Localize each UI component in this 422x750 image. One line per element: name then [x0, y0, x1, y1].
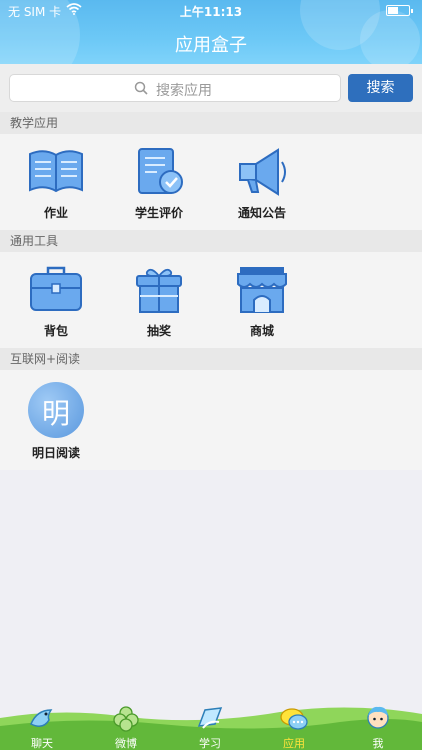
section-teaching-apps: 作业 学生评价 通知公告	[0, 134, 422, 230]
tab-bar: 聊天 微博 学习 应用 我	[0, 700, 422, 750]
search-button[interactable]: 搜索	[348, 74, 413, 102]
app-lottery[interactable]: 抽奖	[119, 264, 199, 339]
app-label: 商城	[249, 324, 274, 338]
app-icon-glyph: 明	[41, 397, 70, 430]
section-reading-apps: 明 明日阅读	[0, 370, 422, 470]
search-input[interactable]: 搜索应用	[9, 74, 341, 102]
tab-label: 微博	[115, 737, 137, 750]
page-title: 应用盒子	[175, 35, 247, 56]
app-homework[interactable]: 作业	[16, 146, 96, 221]
app-bag[interactable]: 背包	[16, 264, 96, 339]
app-label: 学生评价	[134, 206, 183, 220]
evaluation-icon	[138, 148, 183, 194]
section-header-teaching: 教学应用	[0, 112, 422, 134]
section-tools-apps: 背包 抽奖 商城	[0, 252, 422, 348]
book-icon	[29, 150, 83, 193]
tab-label: 我	[372, 737, 384, 750]
study-icon	[197, 707, 223, 729]
app-label: 通知公告	[237, 206, 286, 220]
gift-icon	[136, 268, 182, 313]
tab-label: 学习	[199, 737, 221, 750]
status-bar: 无 SIM 卡 上午11:13	[0, 0, 422, 22]
search-icon	[134, 81, 148, 95]
section-header-reading: 互联网+阅读	[0, 348, 422, 370]
search-bar: 搜索应用 搜索	[0, 64, 422, 112]
bird-icon	[30, 709, 53, 727]
app-label: 明日阅读	[31, 446, 80, 460]
tab-label: 聊天	[31, 737, 53, 750]
shop-icon	[237, 267, 287, 313]
clover-icon	[113, 706, 139, 732]
app-notice[interactable]: 通知公告	[222, 146, 302, 221]
bag-icon	[30, 266, 82, 311]
tab-label: 应用	[283, 737, 305, 750]
tab-chat[interactable]: 聊天	[12, 700, 72, 750]
app-student-evaluation[interactable]: 学生评价	[119, 146, 199, 221]
search-placeholder: 搜索应用	[156, 83, 212, 99]
profile-avatar-icon	[367, 706, 389, 729]
mingri-reading-icon: 明	[28, 382, 84, 438]
app-mingri-reading[interactable]: 明 明日阅读	[16, 382, 96, 461]
chat-bubbles-icon	[280, 708, 308, 730]
app-label: 抽奖	[146, 324, 171, 338]
status-time: 上午11:13	[179, 5, 243, 19]
app-label: 作业	[43, 206, 68, 220]
battery-icon	[386, 5, 413, 16]
app-header: 无 SIM 卡 上午11:13 应用盒子	[0, 0, 422, 64]
tab-weibo[interactable]: 微博	[96, 700, 156, 750]
app-label: 背包	[43, 324, 68, 338]
app-shop[interactable]: 商城	[222, 264, 302, 339]
tab-apps[interactable]: 应用	[264, 700, 324, 750]
megaphone-icon	[239, 148, 286, 196]
section-header-tools: 通用工具	[0, 230, 422, 252]
tab-study[interactable]: 学习	[180, 700, 240, 750]
tab-me[interactable]: 我	[348, 700, 408, 750]
